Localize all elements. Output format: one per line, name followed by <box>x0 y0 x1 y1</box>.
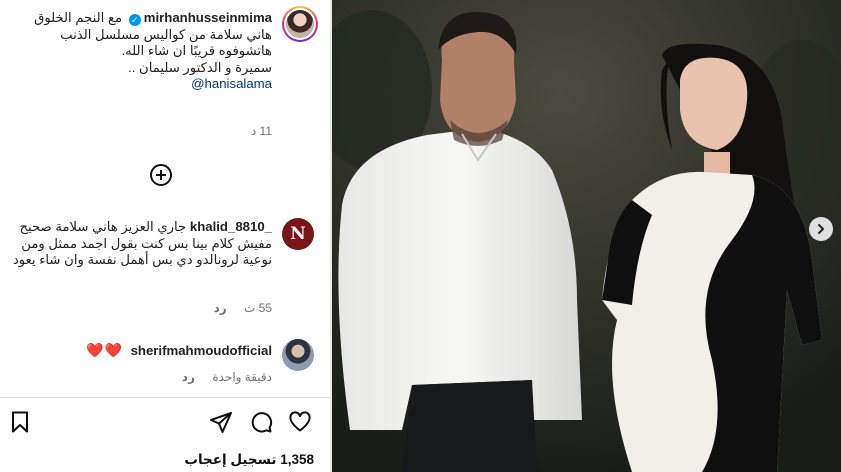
commenter-avatar[interactable]: N <box>282 218 314 250</box>
comment-item: sherifmahmoudofficial ❤️❤️ <box>86 342 272 359</box>
author-avatar[interactable] <box>282 6 318 42</box>
comment-time: 55 ث <box>244 301 272 315</box>
commenter-username[interactable]: khalid_8810_ <box>190 219 272 234</box>
comment-time: دقيقة واحدة <box>212 370 272 384</box>
mention-link[interactable]: @hanisalama <box>191 76 272 91</box>
likes-label: تسجيل إعجاب <box>184 452 277 467</box>
photo-illustration <box>332 0 841 472</box>
commenter-avatar[interactable] <box>282 339 314 371</box>
comment-text: ❤️❤️ <box>86 342 123 358</box>
caption-line3: سميرة و الدكتور سليمان .. <box>128 59 272 75</box>
post-caption: mirhanhusseinmima✓ مع النجم الخلوق هاني … <box>10 10 272 93</box>
verified-badge-icon: ✓ <box>128 14 141 26</box>
divider <box>0 397 330 398</box>
reply-button[interactable]: رد <box>182 370 195 384</box>
comment-meta: دقيقة واحدة رد <box>182 370 272 384</box>
reply-button[interactable]: رد <box>214 301 227 315</box>
likes-count[interactable]: 1,358 تسجيل إعجاب <box>184 452 314 468</box>
likes-number: 1,358 <box>280 452 314 467</box>
post-photo[interactable] <box>332 0 841 472</box>
commenter-username[interactable]: sherifmahmoudofficial <box>131 343 272 358</box>
send-icon[interactable] <box>209 410 233 434</box>
bookmark-icon[interactable] <box>8 410 32 434</box>
add-comment-icon[interactable] <box>150 164 172 186</box>
post-time: 11 د <box>250 124 272 138</box>
next-photo-button[interactable] <box>809 217 833 241</box>
comment-meta: 55 ث رد <box>214 301 272 315</box>
author-username[interactable]: mirhanhusseinmima <box>144 10 272 25</box>
chevron-right-icon <box>818 224 824 234</box>
comment-icon[interactable] <box>249 410 273 434</box>
comment-item: khalid_8810_ جاري العزيز هاني سلامة صحيح… <box>10 219 272 269</box>
avatar-letter: N <box>290 224 306 244</box>
heart-icon[interactable] <box>288 410 312 434</box>
caption-line1: مع النجم <box>75 10 123 25</box>
comments-panel: mirhanhusseinmima✓ مع النجم الخلوق هاني … <box>0 0 332 472</box>
